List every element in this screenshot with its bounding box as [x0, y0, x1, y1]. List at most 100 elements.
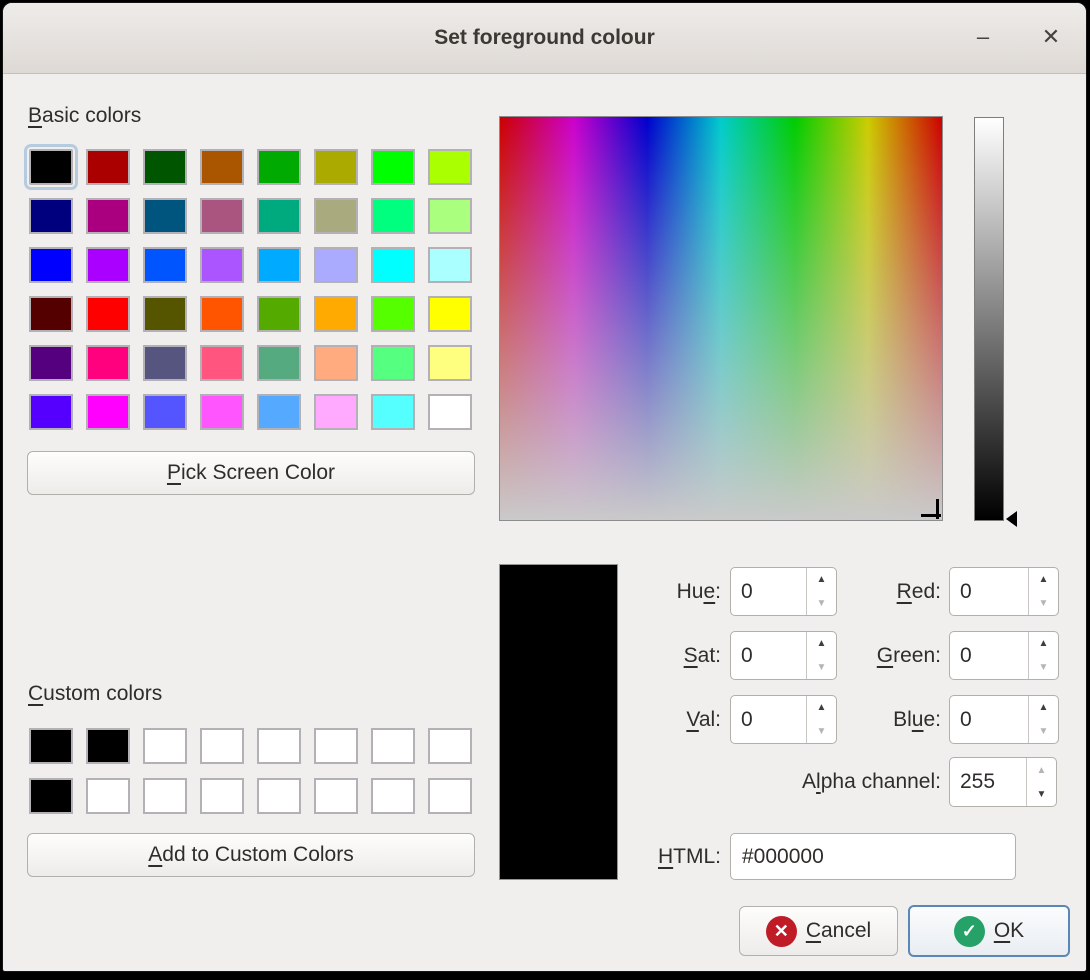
color-swatch[interactable] — [371, 296, 415, 332]
window-title: Set foreground colour — [3, 3, 1086, 73]
spin-up-icon[interactable]: ▲ — [1029, 568, 1058, 592]
custom-colors-label: Custom colors — [28, 682, 162, 706]
color-dialog-window: Set foreground colour – ✕ Basic colors P… — [2, 2, 1087, 972]
color-swatch[interactable] — [143, 778, 187, 814]
hue-label: Hue: — [563, 567, 721, 616]
color-swatch[interactable] — [314, 149, 358, 185]
color-swatch[interactable] — [29, 778, 73, 814]
blue-spinbox[interactable]: 0 ▲▼ — [949, 695, 1059, 744]
hue-saturation-picker[interactable] — [499, 116, 943, 521]
add-to-custom-colors-button[interactable]: Add to Custom Colors — [27, 833, 475, 877]
color-swatch[interactable] — [428, 296, 472, 332]
color-swatch[interactable] — [86, 198, 130, 234]
color-swatch[interactable] — [314, 394, 358, 430]
color-swatch[interactable] — [314, 345, 358, 381]
color-swatch[interactable] — [86, 394, 130, 430]
spin-up-icon[interactable]: ▲ — [1029, 696, 1058, 720]
color-swatch[interactable] — [29, 247, 73, 283]
color-swatch[interactable] — [86, 728, 130, 764]
color-swatch[interactable] — [371, 247, 415, 283]
color-swatch[interactable] — [86, 296, 130, 332]
spin-down-icon[interactable]: ▼ — [1029, 656, 1058, 680]
picker-crosshair-icon — [936, 499, 939, 519]
basic-colors-grid — [29, 149, 472, 430]
color-swatch[interactable] — [428, 778, 472, 814]
spin-up-icon[interactable]: ▲ — [1029, 632, 1058, 656]
color-swatch[interactable] — [143, 394, 187, 430]
color-swatch[interactable] — [428, 394, 472, 430]
color-swatch[interactable] — [428, 345, 472, 381]
spin-down-icon[interactable]: ▼ — [1029, 592, 1058, 616]
color-swatch[interactable] — [29, 728, 73, 764]
color-swatch[interactable] — [29, 296, 73, 332]
close-icon[interactable]: ✕ — [1029, 16, 1073, 60]
color-swatch[interactable] — [314, 728, 358, 764]
green-value[interactable]: 0 — [950, 632, 1028, 679]
color-swatch[interactable] — [428, 149, 472, 185]
color-swatch[interactable] — [29, 394, 73, 430]
color-swatch[interactable] — [200, 296, 244, 332]
spin-up-icon[interactable]: ▲ — [1027, 758, 1056, 782]
color-swatch[interactable] — [200, 345, 244, 381]
color-swatch[interactable] — [314, 778, 358, 814]
green-spinbox[interactable]: 0 ▲▼ — [949, 631, 1059, 680]
color-swatch[interactable] — [29, 149, 73, 185]
color-swatch[interactable] — [257, 149, 301, 185]
color-swatch[interactable] — [371, 394, 415, 430]
color-swatch[interactable] — [143, 296, 187, 332]
color-swatch[interactable] — [428, 198, 472, 234]
color-swatch[interactable] — [86, 247, 130, 283]
color-swatch[interactable] — [200, 394, 244, 430]
color-swatch[interactable] — [371, 149, 415, 185]
color-swatch[interactable] — [200, 778, 244, 814]
alpha-label: Alpha channel: — [603, 757, 941, 807]
alpha-spinbox[interactable]: 255 ▲▼ — [949, 757, 1057, 807]
color-swatch[interactable] — [29, 345, 73, 381]
color-swatch[interactable] — [257, 296, 301, 332]
color-swatch[interactable] — [257, 394, 301, 430]
color-swatch[interactable] — [29, 198, 73, 234]
color-swatch[interactable] — [143, 247, 187, 283]
minimize-icon[interactable]: – — [961, 16, 1005, 60]
color-swatch[interactable] — [314, 198, 358, 234]
color-swatch[interactable] — [200, 149, 244, 185]
spin-down-icon[interactable]: ▼ — [1027, 782, 1056, 806]
cancel-button[interactable]: ✕ Cancel — [739, 906, 898, 956]
color-swatch[interactable] — [314, 296, 358, 332]
html-label: HTML: — [563, 833, 721, 880]
color-swatch[interactable] — [314, 247, 358, 283]
alpha-value[interactable]: 255 — [950, 758, 1026, 806]
color-swatch[interactable] — [371, 345, 415, 381]
color-swatch[interactable] — [428, 247, 472, 283]
red-value[interactable]: 0 — [950, 568, 1028, 615]
value-slider-arrow-icon[interactable] — [1006, 511, 1017, 527]
blue-value[interactable]: 0 — [950, 696, 1028, 743]
color-swatch[interactable] — [200, 728, 244, 764]
color-swatch[interactable] — [86, 778, 130, 814]
color-swatch[interactable] — [257, 778, 301, 814]
color-swatch[interactable] — [86, 149, 130, 185]
ok-button[interactable]: ✓ OK — [908, 905, 1070, 957]
spin-down-icon[interactable]: ▼ — [1029, 720, 1058, 744]
color-swatch[interactable] — [143, 198, 187, 234]
custom-colors-grid — [29, 728, 472, 814]
color-swatch[interactable] — [143, 345, 187, 381]
color-swatch[interactable] — [428, 728, 472, 764]
value-slider[interactable] — [974, 117, 1004, 521]
color-swatch[interactable] — [371, 778, 415, 814]
color-swatch[interactable] — [371, 198, 415, 234]
color-swatch[interactable] — [200, 247, 244, 283]
color-swatch[interactable] — [200, 198, 244, 234]
html-color-input[interactable] — [730, 833, 1016, 880]
color-swatch[interactable] — [143, 728, 187, 764]
red-spinbox[interactable]: 0 ▲▼ — [949, 567, 1059, 616]
blue-label: Blue: — [773, 695, 941, 744]
pick-screen-color-button[interactable]: Pick Screen Color — [27, 451, 475, 495]
color-swatch[interactable] — [371, 728, 415, 764]
color-swatch[interactable] — [257, 247, 301, 283]
color-swatch[interactable] — [257, 345, 301, 381]
color-swatch[interactable] — [143, 149, 187, 185]
color-swatch[interactable] — [257, 198, 301, 234]
color-swatch[interactable] — [257, 728, 301, 764]
color-swatch[interactable] — [86, 345, 130, 381]
